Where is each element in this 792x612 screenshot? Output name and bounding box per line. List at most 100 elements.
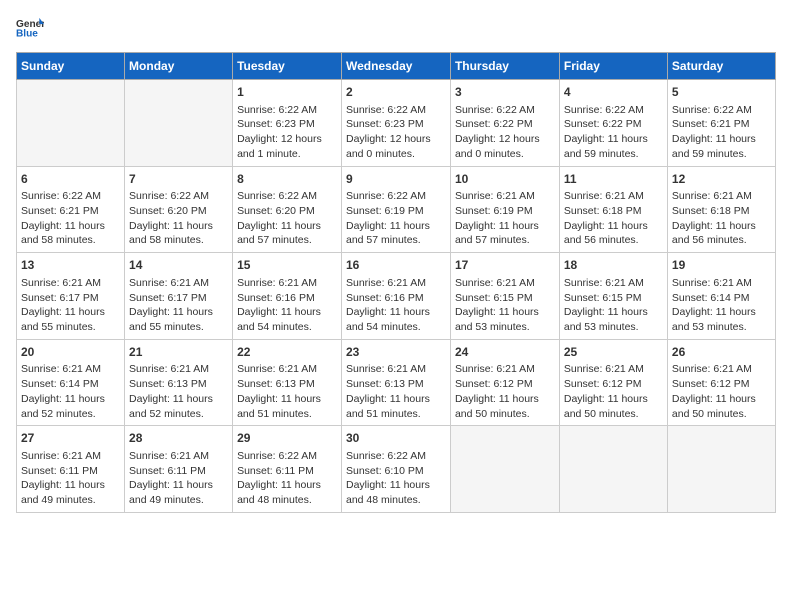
- cell-text: and 49 minutes.: [129, 493, 228, 508]
- cell-text: Sunset: 6:17 PM: [129, 291, 228, 306]
- calendar-cell: 15Sunrise: 6:21 AMSunset: 6:16 PMDayligh…: [233, 253, 342, 340]
- cell-text: Sunset: 6:20 PM: [237, 204, 337, 219]
- day-number: 15: [237, 257, 337, 274]
- cell-text: Sunrise: 6:22 AM: [21, 189, 120, 204]
- cell-text: Sunset: 6:12 PM: [455, 377, 555, 392]
- cell-text: Sunset: 6:15 PM: [564, 291, 663, 306]
- day-number: 27: [21, 430, 120, 447]
- calendar-cell: [667, 426, 775, 513]
- cell-text: Sunset: 6:23 PM: [237, 117, 337, 132]
- cell-text: Daylight: 12 hours: [346, 132, 446, 147]
- calendar-cell: 2Sunrise: 6:22 AMSunset: 6:23 PMDaylight…: [342, 80, 451, 167]
- day-number: 11: [564, 171, 663, 188]
- cell-text: Sunrise: 6:22 AM: [129, 189, 228, 204]
- cell-text: and 53 minutes.: [455, 320, 555, 335]
- cell-text: Daylight: 11 hours: [346, 219, 446, 234]
- cell-text: Sunrise: 6:22 AM: [455, 103, 555, 118]
- cell-text: Sunset: 6:19 PM: [346, 204, 446, 219]
- cell-text: and 50 minutes.: [564, 407, 663, 422]
- cell-text: Sunset: 6:18 PM: [564, 204, 663, 219]
- cell-text: Daylight: 12 hours: [455, 132, 555, 147]
- cell-text: Sunrise: 6:22 AM: [564, 103, 663, 118]
- day-number: 1: [237, 84, 337, 101]
- cell-text: Sunset: 6:16 PM: [237, 291, 337, 306]
- cell-text: Sunrise: 6:21 AM: [129, 276, 228, 291]
- cell-text: Daylight: 11 hours: [564, 305, 663, 320]
- cell-text: Sunrise: 6:22 AM: [346, 103, 446, 118]
- calendar-cell: 29Sunrise: 6:22 AMSunset: 6:11 PMDayligh…: [233, 426, 342, 513]
- calendar-cell: 9Sunrise: 6:22 AMSunset: 6:19 PMDaylight…: [342, 166, 451, 253]
- calendar-cell: [125, 80, 233, 167]
- day-number: 14: [129, 257, 228, 274]
- day-number: 29: [237, 430, 337, 447]
- cell-text: Sunrise: 6:21 AM: [455, 276, 555, 291]
- calendar-cell: 22Sunrise: 6:21 AMSunset: 6:13 PMDayligh…: [233, 339, 342, 426]
- calendar-cell: 20Sunrise: 6:21 AMSunset: 6:14 PMDayligh…: [17, 339, 125, 426]
- calendar-cell: 4Sunrise: 6:22 AMSunset: 6:22 PMDaylight…: [559, 80, 667, 167]
- calendar-cell: [559, 426, 667, 513]
- cell-text: Sunset: 6:22 PM: [564, 117, 663, 132]
- calendar-cell: 23Sunrise: 6:21 AMSunset: 6:13 PMDayligh…: [342, 339, 451, 426]
- cell-text: Sunrise: 6:22 AM: [346, 189, 446, 204]
- day-header-saturday: Saturday: [667, 53, 775, 80]
- cell-text: Daylight: 11 hours: [672, 305, 771, 320]
- day-number: 26: [672, 344, 771, 361]
- day-number: 9: [346, 171, 446, 188]
- cell-text: Sunset: 6:20 PM: [129, 204, 228, 219]
- cell-text: Sunset: 6:23 PM: [346, 117, 446, 132]
- cell-text: Sunset: 6:10 PM: [346, 464, 446, 479]
- cell-text: Sunset: 6:13 PM: [129, 377, 228, 392]
- cell-text: and 57 minutes.: [346, 233, 446, 248]
- calendar-cell: 13Sunrise: 6:21 AMSunset: 6:17 PMDayligh…: [17, 253, 125, 340]
- cell-text: Sunset: 6:18 PM: [672, 204, 771, 219]
- day-number: 5: [672, 84, 771, 101]
- cell-text: and 0 minutes.: [346, 147, 446, 162]
- week-row-2: 6Sunrise: 6:22 AMSunset: 6:21 PMDaylight…: [17, 166, 776, 253]
- day-number: 19: [672, 257, 771, 274]
- cell-text: Sunset: 6:11 PM: [129, 464, 228, 479]
- cell-text: and 54 minutes.: [346, 320, 446, 335]
- calendar-cell: 1Sunrise: 6:22 AMSunset: 6:23 PMDaylight…: [233, 80, 342, 167]
- cell-text: Sunset: 6:21 PM: [21, 204, 120, 219]
- day-number: 13: [21, 257, 120, 274]
- cell-text: Daylight: 11 hours: [129, 392, 228, 407]
- cell-text: Daylight: 11 hours: [346, 392, 446, 407]
- day-header-friday: Friday: [559, 53, 667, 80]
- cell-text: and 53 minutes.: [564, 320, 663, 335]
- cell-text: and 48 minutes.: [237, 493, 337, 508]
- calendar-cell: [450, 426, 559, 513]
- cell-text: and 59 minutes.: [564, 147, 663, 162]
- cell-text: and 52 minutes.: [129, 407, 228, 422]
- cell-text: Daylight: 11 hours: [564, 392, 663, 407]
- calendar-table: SundayMondayTuesdayWednesdayThursdayFrid…: [16, 52, 776, 513]
- calendar-cell: 19Sunrise: 6:21 AMSunset: 6:14 PMDayligh…: [667, 253, 775, 340]
- cell-text: and 54 minutes.: [237, 320, 337, 335]
- cell-text: Daylight: 11 hours: [21, 219, 120, 234]
- day-number: 20: [21, 344, 120, 361]
- calendar-cell: [17, 80, 125, 167]
- cell-text: Sunset: 6:17 PM: [21, 291, 120, 306]
- cell-text: Sunrise: 6:21 AM: [21, 362, 120, 377]
- week-row-3: 13Sunrise: 6:21 AMSunset: 6:17 PMDayligh…: [17, 253, 776, 340]
- cell-text: Daylight: 11 hours: [346, 478, 446, 493]
- cell-text: and 56 minutes.: [672, 233, 771, 248]
- logo-icon: General Blue: [16, 16, 44, 40]
- cell-text: Sunrise: 6:21 AM: [346, 362, 446, 377]
- cell-text: and 58 minutes.: [21, 233, 120, 248]
- calendar-cell: 17Sunrise: 6:21 AMSunset: 6:15 PMDayligh…: [450, 253, 559, 340]
- cell-text: Sunrise: 6:21 AM: [672, 189, 771, 204]
- cell-text: and 53 minutes.: [672, 320, 771, 335]
- day-number: 28: [129, 430, 228, 447]
- day-number: 21: [129, 344, 228, 361]
- cell-text: Sunset: 6:12 PM: [672, 377, 771, 392]
- cell-text: Sunrise: 6:21 AM: [672, 362, 771, 377]
- cell-text: and 57 minutes.: [455, 233, 555, 248]
- cell-text: Sunset: 6:19 PM: [455, 204, 555, 219]
- cell-text: and 59 minutes.: [672, 147, 771, 162]
- cell-text: Daylight: 11 hours: [455, 392, 555, 407]
- calendar-cell: 26Sunrise: 6:21 AMSunset: 6:12 PMDayligh…: [667, 339, 775, 426]
- cell-text: Sunrise: 6:21 AM: [564, 276, 663, 291]
- cell-text: Sunset: 6:14 PM: [672, 291, 771, 306]
- week-row-4: 20Sunrise: 6:21 AMSunset: 6:14 PMDayligh…: [17, 339, 776, 426]
- day-number: 12: [672, 171, 771, 188]
